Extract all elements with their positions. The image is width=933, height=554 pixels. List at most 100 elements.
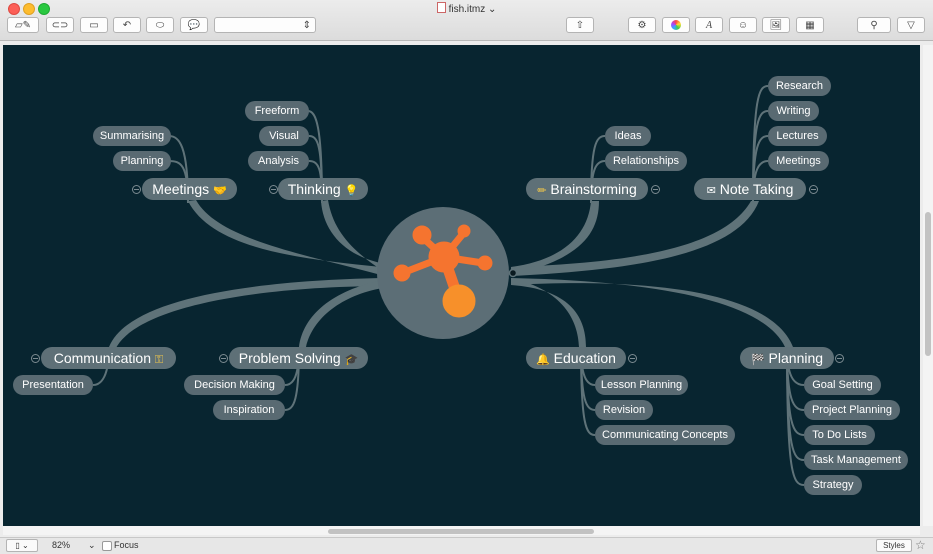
- branch-note-taking: [511, 201, 759, 276]
- checkered-flag-icon: 🏁: [750, 354, 765, 366]
- subtopic-label: Revision: [602, 404, 646, 416]
- subtopic-visual[interactable]: Visual: [259, 126, 309, 146]
- subtopic-task-management[interactable]: Task Management: [804, 450, 908, 470]
- main-branch-thinking[interactable]: Thinking 💡: [278, 178, 368, 200]
- emoji-button[interactable]: ☺: [729, 17, 757, 33]
- subtopic-inspiration[interactable]: Inspiration: [213, 400, 285, 420]
- branch-thinking: [321, 200, 383, 271]
- education-collapse-toggle[interactable]: [628, 354, 637, 363]
- subtopic-label: Summarising: [99, 130, 165, 142]
- styles-button[interactable]: Styles: [876, 539, 912, 552]
- smiley-icon: ☺: [737, 19, 749, 31]
- subtopic-project-planning[interactable]: Project Planning: [804, 400, 900, 420]
- problem-solving-collapse-toggle[interactable]: [219, 354, 228, 363]
- subtopic-label: Planning: [120, 155, 164, 167]
- main-branch-meetings[interactable]: Meetings 🤝: [142, 178, 237, 200]
- new-map-button[interactable]: ▱✎: [7, 17, 39, 33]
- branch-icon: ⊂⊃: [51, 19, 69, 31]
- speech-bubble-icon: 💬: [187, 19, 201, 31]
- subtopic-communicating-concepts[interactable]: Communicating Concepts: [595, 425, 735, 445]
- key-icon: ⚿: [154, 354, 164, 366]
- pencil-icon: ✏: [537, 185, 547, 197]
- subtopic-meetings[interactable]: Meetings: [768, 151, 829, 171]
- main-branch-label: Education: [553, 350, 616, 366]
- subtopic-planning[interactable]: Planning: [113, 151, 171, 171]
- focus-checkbox[interactable]: [102, 541, 112, 551]
- stamp-button[interactable]: ⚙: [628, 17, 656, 33]
- sidebar-toggle-button[interactable]: ▯ ⌄: [6, 539, 38, 552]
- color-button[interactable]: [662, 17, 690, 33]
- main-branch-education[interactable]: 🔔 Education: [526, 347, 626, 369]
- horizontal-scroll-thumb[interactable]: [328, 529, 594, 534]
- add-branch-button[interactable]: ⊂⊃: [46, 17, 74, 33]
- main-branch-brainstorming[interactable]: ✏ Brainstorming: [526, 178, 648, 200]
- style-select[interactable]: ⇕: [214, 17, 316, 33]
- subtopic-label: Writing: [776, 105, 811, 117]
- subtopic-revision[interactable]: Revision: [595, 400, 653, 420]
- envelope-icon: ✉: [706, 185, 716, 197]
- imindmap-logo-icon: [393, 224, 493, 318]
- subtopic-to-do-lists[interactable]: To Do Lists: [804, 425, 875, 445]
- filter-button[interactable]: ▽: [897, 17, 925, 33]
- calendar-button[interactable]: ▦: [796, 17, 824, 33]
- subtopic-strategy[interactable]: Strategy: [804, 475, 862, 495]
- tag-icon: ⬭: [155, 19, 165, 31]
- styles-label: Styles: [883, 541, 905, 550]
- add-box-button[interactable]: ▭: [80, 17, 108, 33]
- subtopic-ideas[interactable]: Ideas: [605, 126, 651, 146]
- main-branch-label: Problem Solving: [238, 350, 341, 366]
- subtopic-relationships[interactable]: Relationships: [605, 151, 687, 171]
- brainstorming-collapse-toggle[interactable]: [651, 185, 660, 194]
- font-button[interactable]: A: [695, 17, 723, 33]
- font-icon: A: [705, 19, 713, 31]
- subtopic-research[interactable]: Research: [768, 76, 831, 96]
- document-icon: [436, 2, 446, 13]
- share-button[interactable]: ⇧: [566, 17, 594, 33]
- status-bar: ▯ ⌄ 82% ⌄ Focus Styles ☆: [0, 537, 933, 554]
- subtopic-label: Research: [775, 80, 824, 92]
- subtopic-lesson-planning[interactable]: Lesson Planning: [595, 375, 688, 395]
- subtopic-label: Decision Making: [194, 379, 275, 391]
- subtopic-decision-making[interactable]: Decision Making: [184, 375, 285, 395]
- communication-collapse-toggle[interactable]: [31, 354, 40, 363]
- main-branch-problem-solving[interactable]: Problem Solving 🎓: [229, 347, 368, 369]
- focus-label: Focus: [114, 540, 139, 550]
- add-relationship-button[interactable]: ↶: [113, 17, 141, 33]
- zoom-control[interactable]: 82% ⌄: [52, 540, 96, 551]
- note-taking-collapse-toggle[interactable]: [809, 185, 818, 194]
- subtopic-goal-setting[interactable]: Goal Setting: [804, 375, 881, 395]
- main-branch-label: Planning: [768, 350, 824, 366]
- planning-collapse-toggle[interactable]: [835, 354, 844, 363]
- subtopic-label: Meetings: [776, 155, 821, 167]
- subtopic-lectures[interactable]: Lectures: [768, 126, 827, 146]
- main-branch-label: Meetings: [152, 181, 210, 197]
- subtopic-presentation[interactable]: Presentation: [13, 375, 93, 395]
- subtopic-analysis[interactable]: Analysis: [248, 151, 309, 171]
- main-branch-communication[interactable]: Communication ⚿: [41, 347, 176, 369]
- add-callout-button[interactable]: 💬: [180, 17, 208, 33]
- image-button[interactable]: 🖼: [762, 17, 790, 33]
- main-branch-note-taking[interactable]: ✉ Note Taking: [694, 178, 806, 200]
- branch-education: [511, 278, 586, 347]
- subtopic-freeform[interactable]: Freeform: [245, 101, 309, 121]
- mindmap-canvas[interactable]: Meetings 🤝 Summarising Planning Thinking…: [3, 45, 920, 526]
- central-topic[interactable]: [377, 207, 509, 339]
- window-titlebar: fish.itmz ⌄ ▱✎ ⊂⊃ ▭ ↶ ⬭ 💬 ⇕ ⇧ ⚙ A ☺ 🖼 ▦ …: [0, 0, 933, 41]
- select-arrows-icon: ⇕: [302, 19, 311, 31]
- branch-problem-solving: [299, 280, 383, 347]
- add-tag-button[interactable]: ⬭: [146, 17, 174, 33]
- meetings-collapse-toggle[interactable]: [132, 185, 141, 194]
- vertical-scroll-thumb[interactable]: [925, 212, 931, 356]
- main-branch-label: Thinking: [287, 181, 341, 197]
- subtopic-summarising[interactable]: Summarising: [93, 126, 171, 146]
- main-branch-label: Communication: [53, 350, 151, 366]
- thinking-collapse-toggle[interactable]: [269, 185, 278, 194]
- search-button[interactable]: ⚲: [857, 17, 891, 33]
- handshake-icon: 🤝: [213, 185, 227, 197]
- subtopic-label: Lesson Planning: [600, 379, 683, 391]
- main-branch-planning[interactable]: 🏁 Planning: [740, 347, 834, 369]
- subtopic-label: To Do Lists: [812, 429, 867, 441]
- star-icon[interactable]: ☆: [915, 538, 926, 552]
- center-handle[interactable]: [508, 268, 518, 278]
- subtopic-writing[interactable]: Writing: [768, 101, 819, 121]
